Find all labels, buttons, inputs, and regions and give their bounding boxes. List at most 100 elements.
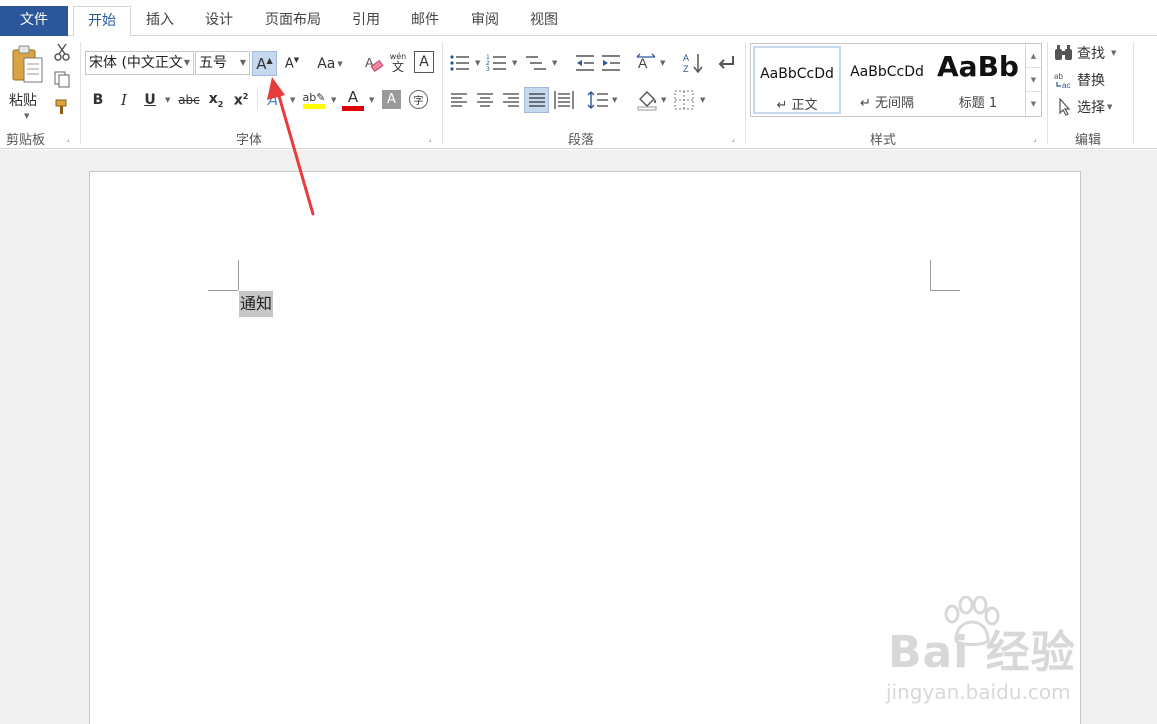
strikethrough-icon: abc bbox=[178, 93, 200, 107]
justify-icon bbox=[528, 93, 545, 107]
shading-dropdown-icon[interactable]: ▼ bbox=[661, 96, 666, 104]
borders-dropdown-icon[interactable]: ▼ bbox=[700, 96, 705, 104]
paste-button[interactable]: 粘贴 ▼ bbox=[4, 42, 48, 120]
character-border-button[interactable]: A bbox=[414, 51, 434, 73]
find-button[interactable]: 查找 ▼ bbox=[1054, 42, 1128, 64]
numbering-icon[interactable]: 1 2 3 bbox=[486, 53, 508, 73]
underline-dropdown-icon[interactable]: ▼ bbox=[165, 96, 170, 104]
styles-group-label: 样式 bbox=[870, 133, 897, 148]
selected-document-text[interactable]: 通知 bbox=[239, 291, 274, 317]
highlight-dropdown-icon[interactable]: ▼ bbox=[331, 96, 336, 104]
strikethrough-button[interactable]: abc bbox=[177, 88, 201, 112]
group-divider bbox=[1133, 42, 1134, 144]
grow-font-button[interactable]: A▲ bbox=[252, 51, 277, 76]
tab-view[interactable]: 视图 bbox=[524, 6, 564, 36]
tab-design[interactable]: 设计 bbox=[199, 6, 239, 36]
cursor-arrow-icon bbox=[1059, 98, 1071, 116]
gallery-scroll-up-icon[interactable]: ▲ bbox=[1026, 44, 1041, 68]
numbering-dropdown-icon[interactable]: ▼ bbox=[512, 59, 517, 67]
style-normal[interactable]: AaBbCcDd ↵ 正文 bbox=[753, 46, 841, 114]
tab-page-layout[interactable]: 页面布局 bbox=[258, 6, 328, 36]
character-shading-button[interactable]: A bbox=[382, 90, 401, 109]
borders-icon[interactable] bbox=[674, 90, 694, 110]
font-size-combo[interactable]: 五号 ▼ bbox=[195, 51, 250, 75]
line-spacing-icon[interactable] bbox=[587, 90, 609, 110]
grow-font-icon: A▲ bbox=[256, 54, 273, 73]
chinese-layout-dropdown-icon[interactable]: ▼ bbox=[660, 59, 665, 67]
style-name: ↵ 无间隔 bbox=[859, 96, 915, 111]
styles-gallery: AaBbCcDd ↵ 正文 AaBbCcDd ↵ 无间隔 AaBb 标题 1 ▲… bbox=[750, 43, 1042, 117]
superscript-button[interactable]: x2 bbox=[231, 88, 251, 112]
font-color-button[interactable]: A bbox=[341, 87, 365, 113]
cut-icon[interactable] bbox=[53, 43, 71, 61]
clipboard-launcher-icon[interactable]: ⌟ bbox=[66, 134, 75, 143]
bold-button[interactable]: B bbox=[88, 88, 108, 112]
align-right-icon[interactable] bbox=[502, 91, 520, 109]
enclose-characters-button[interactable]: 字 bbox=[409, 90, 428, 109]
shading-icon[interactable] bbox=[636, 89, 658, 111]
align-left-icon[interactable] bbox=[450, 91, 468, 109]
multilevel-list-dropdown-icon[interactable]: ▼ bbox=[552, 59, 557, 67]
multilevel-list-icon[interactable] bbox=[524, 53, 548, 73]
increase-indent-icon[interactable] bbox=[600, 53, 622, 73]
shrink-font-button[interactable]: A▼ bbox=[280, 51, 304, 76]
change-case-button[interactable]: Aa ▼ bbox=[312, 51, 348, 76]
phonetic-guide-button[interactable]: wén 文 bbox=[387, 50, 409, 76]
enclose-characters-icon: 字 bbox=[413, 96, 424, 107]
divider bbox=[257, 89, 258, 111]
font-launcher-icon[interactable]: ⌟ bbox=[428, 134, 437, 143]
justify-button[interactable] bbox=[524, 87, 549, 113]
paragraph-launcher-icon[interactable]: ⌟ bbox=[731, 134, 740, 143]
style-no-spacing[interactable]: AaBbCcDd ↵ 无间隔 bbox=[843, 46, 931, 114]
tab-references[interactable]: 引用 bbox=[346, 6, 386, 36]
italic-button[interactable]: I bbox=[114, 88, 134, 112]
tab-mailings[interactable]: 邮件 bbox=[405, 6, 445, 36]
tab-insert[interactable]: 插入 bbox=[140, 6, 180, 36]
distributed-icon[interactable] bbox=[554, 90, 574, 110]
show-formatting-marks-icon[interactable] bbox=[716, 53, 736, 73]
gallery-scrollbar[interactable]: ▲ ▼ ▼ bbox=[1025, 44, 1041, 116]
watermark-url: jingyan.baidu.com bbox=[886, 680, 1071, 704]
line-spacing-dropdown-icon[interactable]: ▼ bbox=[612, 96, 617, 104]
chevron-down-icon: ▼ bbox=[337, 59, 343, 68]
styles-launcher-icon[interactable]: ⌟ bbox=[1033, 134, 1042, 143]
underline-button[interactable]: U bbox=[140, 88, 160, 112]
margin-mark-top-left-h bbox=[208, 290, 238, 291]
gallery-scroll-down-icon[interactable]: ▼ bbox=[1026, 68, 1041, 92]
clear-formatting-icon[interactable]: A bbox=[364, 54, 384, 74]
margin-mark-top-left-v bbox=[238, 260, 239, 290]
select-button[interactable]: 选择 ▼ bbox=[1054, 96, 1128, 118]
decrease-indent-icon[interactable] bbox=[574, 53, 596, 73]
bullets-dropdown-icon[interactable]: ▼ bbox=[475, 59, 480, 67]
subscript-button[interactable]: x2 bbox=[206, 88, 226, 112]
group-divider bbox=[745, 42, 746, 144]
format-painter-icon[interactable] bbox=[53, 98, 71, 116]
font-name-combo[interactable]: 宋体 (中文正文 ▼ bbox=[85, 51, 194, 75]
bullets-icon[interactable] bbox=[449, 53, 471, 73]
chinese-layout-icon[interactable]: A bbox=[635, 53, 657, 73]
shrink-font-icon: A▼ bbox=[284, 55, 300, 72]
change-case-label: Aa bbox=[317, 55, 336, 72]
copy-icon[interactable] bbox=[53, 70, 71, 88]
style-sample: AaBbCcDd bbox=[850, 64, 924, 80]
style-sample: AaBb bbox=[937, 50, 1019, 83]
margin-mark-top-right-v bbox=[930, 260, 931, 290]
character-shading-icon: A bbox=[387, 92, 396, 107]
paste-label: 粘贴 bbox=[9, 93, 37, 109]
svg-text:ac: ac bbox=[1062, 81, 1070, 89]
tab-file[interactable]: 文件 bbox=[0, 6, 68, 36]
align-center-icon[interactable] bbox=[476, 91, 494, 109]
phonetic-bottom: 文 bbox=[391, 60, 404, 74]
font-color-dropdown-icon[interactable]: ▼ bbox=[369, 96, 374, 104]
sort-icon[interactable]: A Z bbox=[682, 52, 704, 74]
style-heading-1[interactable]: AaBb 标题 1 bbox=[933, 46, 1023, 114]
group-divider bbox=[1047, 42, 1048, 144]
character-border-icon: A bbox=[419, 54, 429, 70]
select-label: 选择 bbox=[1077, 100, 1105, 116]
style-sample: AaBbCcDd bbox=[760, 66, 834, 82]
replace-icon: ab ac bbox=[1054, 72, 1070, 89]
tab-home[interactable]: 开始 bbox=[73, 6, 131, 37]
gallery-more-icon[interactable]: ▼ bbox=[1026, 92, 1041, 116]
tab-review[interactable]: 审阅 bbox=[465, 6, 505, 36]
replace-button[interactable]: ab ac 替换 bbox=[1054, 69, 1128, 91]
